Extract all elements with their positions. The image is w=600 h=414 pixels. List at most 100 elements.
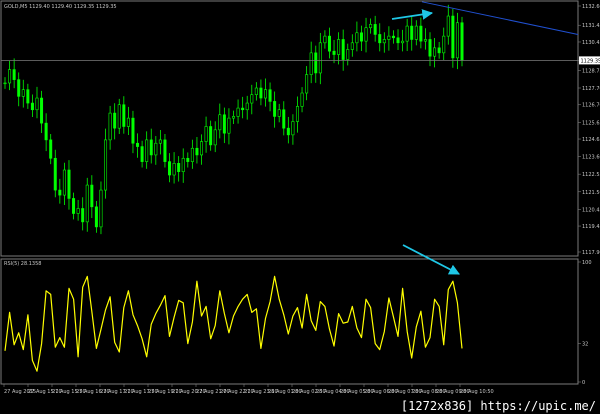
candle-body	[163, 139, 167, 162]
candle-body	[17, 79, 21, 97]
candle-body	[300, 92, 304, 107]
candle-body	[154, 142, 158, 156]
candle-body	[268, 89, 272, 102]
candle-body	[90, 184, 94, 208]
candle-body	[76, 208, 80, 214]
candle-body	[122, 104, 126, 127]
candle-body	[227, 117, 231, 134]
candle-body	[213, 129, 217, 146]
candle-body	[136, 142, 140, 147]
candle-body	[190, 147, 194, 162]
candle-body	[350, 42, 354, 50]
rsi-header: RSI(5) 28.1358	[4, 261, 41, 267]
rsi-tick-label: 100	[582, 260, 592, 266]
candle-body	[204, 126, 208, 142]
candle-body	[195, 147, 199, 156]
candle-body	[53, 157, 57, 191]
candle-body	[149, 139, 153, 156]
candle-body	[346, 49, 350, 60]
candle-body	[451, 15, 455, 59]
candle-body	[218, 114, 222, 131]
price-tick-label: 1117.90	[582, 250, 600, 256]
candle-body	[355, 32, 359, 44]
watermark: [1272x836] https://upic.me/	[398, 399, 598, 413]
candle-body	[414, 25, 418, 40]
rsi-tick-label: 32	[582, 342, 588, 348]
candle-body	[49, 139, 53, 159]
price-tick-label: 1132.60	[582, 4, 600, 10]
candle-body	[72, 198, 76, 214]
candle-body	[67, 169, 71, 199]
candle-body	[428, 39, 432, 57]
candle-body	[410, 25, 414, 40]
candle-body	[254, 87, 258, 95]
candle-body	[145, 139, 149, 162]
candle-body	[437, 47, 441, 54]
candle-body	[236, 107, 240, 117]
candle-body	[387, 35, 391, 40]
price-tick-label: 1130.45	[582, 40, 600, 46]
candle-body	[405, 25, 409, 42]
candle-body	[419, 25, 423, 42]
candle-body	[26, 89, 30, 104]
candle-body	[168, 161, 172, 176]
candle-body	[94, 206, 98, 228]
price-tick-label: 1123.60	[582, 155, 600, 161]
candle-body	[455, 22, 459, 59]
price-tick-label: 1128.75	[582, 68, 600, 74]
candle-body	[113, 112, 117, 129]
candle-body	[81, 208, 85, 223]
price-tick-label: 1127.70	[582, 86, 600, 92]
price-tick-label: 1131.45	[582, 23, 600, 29]
candle-body	[259, 87, 263, 99]
candle-body	[305, 74, 309, 94]
candle-body	[442, 35, 446, 54]
candle-body	[3, 82, 7, 85]
candle-body	[391, 35, 395, 39]
candle-body	[282, 109, 286, 129]
candle-body	[364, 27, 368, 42]
candle-body	[108, 112, 112, 141]
candle-body	[35, 97, 39, 111]
candle-body	[341, 39, 345, 60]
candle-body	[433, 47, 437, 57]
candle-body	[323, 35, 327, 44]
candle-body	[99, 189, 103, 228]
candle-body	[21, 89, 25, 97]
price-tick-label: 1122.55	[582, 172, 600, 178]
price-tick-label: 1126.70	[582, 103, 600, 109]
candle-body	[295, 106, 299, 122]
rsi-tick-label: 0	[582, 380, 585, 386]
candle-body	[382, 39, 386, 44]
candle-body	[209, 126, 213, 146]
candle-body	[181, 157, 185, 172]
price-tick-label: 1120.45	[582, 207, 600, 213]
candle-body	[373, 24, 377, 35]
candle-body	[359, 32, 363, 42]
candle-body	[85, 184, 89, 223]
candle-body	[332, 50, 336, 55]
chart-canvas: GOLD,M5 1129.40 1129.40 1129.35 1129.35 …	[0, 0, 600, 414]
time-tick-label: 28 Aug 10:50	[460, 389, 494, 395]
candle-body	[140, 146, 144, 162]
candle-body	[62, 169, 66, 196]
candle-body	[286, 127, 290, 136]
candle-body	[378, 34, 382, 44]
candle-body	[401, 40, 405, 44]
candle-body	[423, 39, 427, 42]
candle-body	[446, 15, 450, 37]
candle-body	[158, 139, 162, 144]
candle-body	[12, 69, 16, 80]
price-tick-label: 1119.45	[582, 224, 600, 230]
candle-body	[172, 163, 176, 176]
candle-body	[104, 139, 108, 191]
candle-body	[263, 89, 267, 99]
candle-body	[245, 102, 249, 111]
candle-body	[314, 52, 318, 74]
candle-body	[337, 39, 341, 55]
candle-body	[241, 107, 245, 111]
candle-body	[177, 163, 181, 172]
candle-body	[327, 35, 331, 52]
candle-body	[58, 189, 62, 196]
candle-body	[396, 37, 400, 44]
